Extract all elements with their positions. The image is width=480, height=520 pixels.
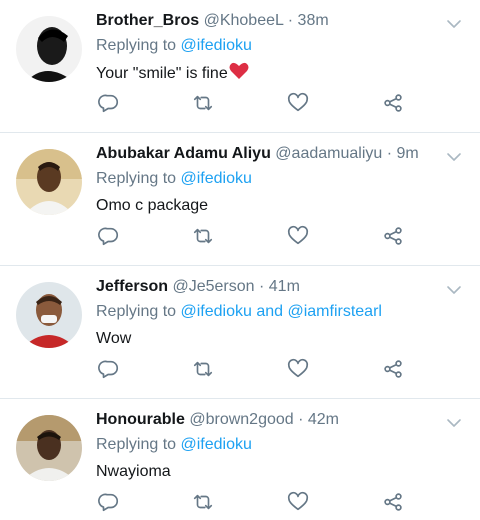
chevron-down-icon[interactable]: [444, 14, 464, 34]
replying-prefix: Replying to: [96, 170, 181, 187]
display-name[interactable]: Abubakar Adamu Aliyu: [96, 145, 271, 162]
avatar[interactable]: [16, 282, 82, 348]
replying-to-link[interactable]: @ifedioku and @iamfirstearl: [181, 303, 382, 320]
reply-icon[interactable]: [96, 356, 122, 382]
replying-to: Replying to @ifedioku: [96, 35, 464, 57]
replying-to-link[interactable]: @ifedioku: [181, 37, 252, 54]
tweet-text: Wow: [96, 330, 132, 347]
share-icon[interactable]: [380, 489, 406, 515]
share-icon[interactable]: [380, 223, 406, 249]
replying-prefix: Replying to: [96, 436, 181, 453]
tweet-text: Omo c package: [96, 197, 209, 214]
like-icon[interactable]: [285, 489, 311, 515]
tweet-item[interactable]: Brother_Bros @KhobeeL · 38m Replying to …: [0, 0, 480, 133]
avatar[interactable]: [16, 149, 82, 215]
replying-to: Replying to @ifedioku: [96, 168, 464, 190]
tweet-actions: [96, 356, 426, 380]
tweet-actions: [96, 489, 426, 513]
replying-to: Replying to @ifedioku: [96, 434, 464, 456]
retweet-icon[interactable]: [190, 223, 216, 249]
tweet-item[interactable]: Jefferson @Je5erson · 41m Replying to @i…: [0, 266, 480, 399]
handle[interactable]: @Je5erson: [172, 278, 254, 295]
chevron-down-icon[interactable]: [444, 147, 464, 167]
timestamp: · 9m: [386, 145, 419, 162]
avatar[interactable]: [16, 415, 82, 481]
reply-icon[interactable]: [96, 90, 122, 116]
like-icon[interactable]: [285, 223, 311, 249]
like-icon[interactable]: [285, 356, 311, 382]
chevron-down-icon[interactable]: [444, 280, 464, 300]
display-name[interactable]: Honourable: [96, 411, 185, 428]
heart-emoji-icon: [229, 62, 249, 87]
like-icon[interactable]: [285, 90, 311, 116]
timestamp: · 42m: [298, 411, 340, 428]
tweet-text-content: Your "smile" is fine: [96, 65, 228, 82]
tweet-feed: Brother_Bros @KhobeeL · 38m Replying to …: [0, 0, 480, 520]
chevron-down-icon[interactable]: [444, 413, 464, 433]
timestamp: · 38m: [287, 12, 329, 29]
reply-icon[interactable]: [96, 489, 122, 515]
reply-icon[interactable]: [96, 223, 122, 249]
tweet-actions: [96, 90, 426, 114]
share-icon[interactable]: [380, 90, 406, 116]
tweet-text: Your "smile" is fine: [96, 62, 464, 87]
handle[interactable]: @KhobeeL: [204, 12, 284, 29]
tweet-item[interactable]: Honourable @brown2good · 42m Replying to…: [0, 399, 480, 520]
tweet-item[interactable]: Abubakar Adamu Aliyu @aadamualiyu · 9m R…: [0, 133, 480, 266]
timestamp: · 41m: [259, 278, 300, 295]
retweet-icon[interactable]: [190, 489, 216, 515]
share-icon[interactable]: [380, 356, 406, 382]
replying-to-link[interactable]: @ifedioku: [181, 436, 252, 453]
handle[interactable]: @brown2good: [189, 411, 293, 428]
replying-prefix: Replying to: [96, 37, 181, 54]
replying-to: Replying to @ifedioku and @iamfirstearl: [96, 301, 464, 323]
retweet-icon[interactable]: [190, 356, 216, 382]
retweet-icon[interactable]: [190, 90, 216, 116]
handle[interactable]: @aadamualiyu: [275, 145, 382, 162]
replying-to-link[interactable]: @ifedioku: [181, 170, 252, 187]
avatar[interactable]: [16, 16, 82, 82]
display-name[interactable]: Jefferson: [96, 278, 168, 295]
tweet-text: Nwayioma: [96, 463, 171, 480]
replying-prefix: Replying to: [96, 303, 181, 320]
display-name[interactable]: Brother_Bros: [96, 12, 199, 29]
tweet-actions: [96, 223, 426, 247]
